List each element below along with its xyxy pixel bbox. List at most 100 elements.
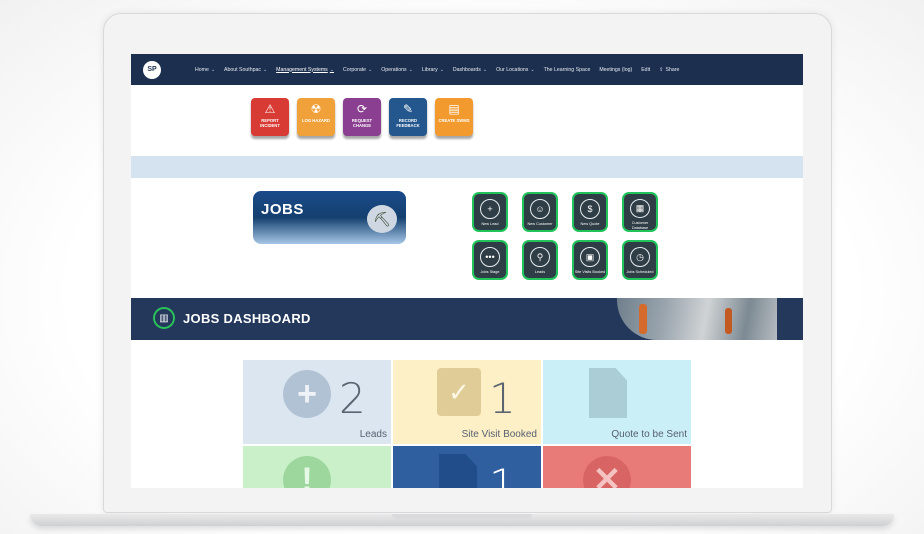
leads-tile[interactable]: ⚲ Leads (522, 240, 558, 280)
tile-label: Customer Database (631, 221, 649, 230)
stat-value: 1 (489, 460, 516, 488)
company-logo[interactable]: SP (143, 60, 161, 79)
nav-item-dashboards[interactable]: Dashboards ⌄ (453, 67, 487, 73)
nav-item-label: Corporate (342, 66, 367, 73)
worker-figure (639, 304, 647, 334)
laptop-base (0, 508, 924, 530)
refresh-icon: ⟳ (356, 102, 368, 116)
worksite-photo (617, 298, 777, 340)
nav-item-corporate[interactable]: Corporate ⌄ (343, 67, 372, 73)
tile-label: Site Visits Booked (574, 270, 606, 274)
stat-value: 1 (489, 374, 516, 423)
jobs-scheduled-tile[interactable]: ◷ Jobs Scheduled (622, 240, 658, 280)
laptop-screen: SP Home ⌄ About Southpac ⌄ Management Syst… (131, 54, 803, 488)
file-icon (439, 454, 477, 488)
action-label: REQUEST CHANGE (351, 118, 373, 128)
calendar-check-icon: ✓ (437, 368, 481, 416)
tile-label: New Lead (481, 222, 499, 226)
nav-item-learning-space[interactable]: The Learning Space (544, 67, 591, 73)
report-incident-button[interactable]: ⚠ REPORT INCIDENT (251, 98, 289, 136)
stage-icon: ••• (480, 247, 500, 267)
chevron-down-icon: ⌄ (262, 66, 268, 73)
new-lead-tile[interactable]: + New Lead (472, 192, 508, 232)
jobs-title: JOBS (261, 201, 304, 218)
action-label: LOG HAZARD (302, 118, 330, 123)
plus-icon: + (283, 370, 331, 418)
share-label: Share (665, 66, 680, 73)
stat-label: Site Visit Booked (461, 429, 537, 440)
nav-item-label: Operations (381, 66, 407, 73)
worker-figure (725, 308, 732, 334)
nav-item-label: Management Systems (276, 66, 328, 73)
section-divider (131, 156, 803, 178)
nav-item-label: Library (421, 66, 438, 73)
jobs-tiles: + New Lead ☺ New Customer $ New Quote ▦ Cust… (472, 192, 658, 280)
leads-icon: ⚲ (530, 247, 550, 267)
quote-icon: $ (580, 199, 600, 219)
nav-item-label: Our Locations (496, 66, 529, 73)
nav-item-operations[interactable]: Operations ⌄ (381, 67, 413, 73)
action-label: CREATE SWMS (438, 118, 470, 123)
new-quote-tile[interactable]: $ New Quote (572, 192, 608, 232)
file-stat-tile[interactable]: 1 (393, 446, 541, 488)
chevron-down-icon: ⌄ (329, 66, 334, 73)
request-change-button[interactable]: ⟳ REQUEST CHANGE (343, 98, 381, 136)
chevron-down-icon: ⌄ (408, 66, 413, 73)
site-visits-booked-tile[interactable]: ▣ Site Visits Booked (572, 240, 608, 280)
new-customer-tile[interactable]: ☺ New Customer (522, 192, 558, 232)
quick-actions: ⚠ REPORT INCIDENT ☢ LOG HAZARD ⟳ REQUEST… (251, 98, 473, 136)
dashboard-title: JOBS DASHBOARD (183, 311, 311, 326)
record-feedback-button[interactable]: ✎ RECORD FEEDBACK (389, 98, 427, 136)
alert-stat-tile[interactable]: ! (243, 446, 391, 488)
tile-label: Jobs Stage (480, 270, 500, 274)
nav-item-label: Dashboards (452, 66, 481, 73)
nav-item-label: About Southpac (224, 66, 261, 73)
site-visit-stat-tile[interactable]: ✓ 1 Site Visit Booked (393, 360, 541, 444)
laptop-notch (392, 514, 532, 519)
document-icon: ▤ (448, 102, 460, 116)
scheduled-icon: ◷ (630, 247, 650, 267)
nav-item-home[interactable]: Home ⌄ (195, 67, 215, 73)
warning-icon: ⚠ (264, 102, 276, 116)
nav-item-label: Meetings (log) (599, 66, 633, 73)
feedback-icon: ✎ (402, 102, 414, 116)
edit-link[interactable]: Edit (641, 67, 650, 73)
calendar-icon: ▣ (580, 247, 600, 267)
nav-item-meetings[interactable]: Meetings (log) (599, 67, 632, 73)
stat-label: Leads (359, 429, 387, 440)
nav-item-management-systems[interactable]: Management Systems ⌄ (276, 67, 334, 73)
lead-icon: + (480, 199, 500, 219)
leads-stat-tile[interactable]: + 2 Leads (243, 360, 391, 444)
jobs-dashboard-header: ▥ JOBS DASHBOARD (131, 298, 803, 340)
dashboard-icon: ▥ (153, 307, 175, 329)
cancel-icon: ✕ (583, 456, 631, 488)
log-hazard-button[interactable]: ☢ LOG HAZARD (297, 98, 335, 136)
customer-icon: ☺ (530, 199, 550, 219)
top-navigation: SP Home ⌄ About Southpac ⌄ Management Syst… (131, 54, 803, 85)
stat-label: Quote to be Sent (611, 429, 687, 440)
action-label: RECORD FEEDBACK (396, 118, 420, 128)
cancel-stat-tile[interactable]: ✕ (543, 446, 691, 488)
create-swms-button[interactable]: ▤ CREATE SWMS (435, 98, 473, 136)
share-button[interactable]: ⇪ Share (659, 67, 679, 73)
jobs-stage-tile[interactable]: ••• Jobs Stage (472, 240, 508, 280)
chevron-down-icon: ⌄ (210, 66, 216, 73)
hazard-icon: ☢ (310, 102, 322, 116)
tile-label: New Customer (527, 222, 553, 226)
tile-label: Jobs Scheduled (626, 270, 654, 274)
customer-database-tile[interactable]: ▦ Customer Database (622, 192, 658, 232)
nav-item-about[interactable]: About Southpac ⌄ (224, 67, 267, 73)
chevron-down-icon: ⌄ (482, 66, 488, 73)
chevron-down-icon: ⌄ (368, 66, 373, 73)
chevron-down-icon: ⌄ (439, 66, 444, 73)
action-label: REPORT INCIDENT (260, 118, 280, 128)
chevron-down-icon: ⌄ (530, 66, 535, 73)
dashboard-stats: + 2 Leads ✓ 1 Site Visit Booked Quote to… (243, 360, 691, 488)
nav-item-our-locations[interactable]: Our Locations ⌄ (496, 67, 535, 73)
quote-stat-tile[interactable]: Quote to be Sent (543, 360, 691, 444)
nav-item-library[interactable]: Library ⌄ (422, 67, 444, 73)
share-icon: ⇪ (659, 66, 664, 73)
jobs-banner[interactable]: JOBS ⛏ (253, 191, 406, 244)
excavator-icon: ⛏ (367, 205, 397, 233)
stat-value: 2 (339, 374, 366, 423)
